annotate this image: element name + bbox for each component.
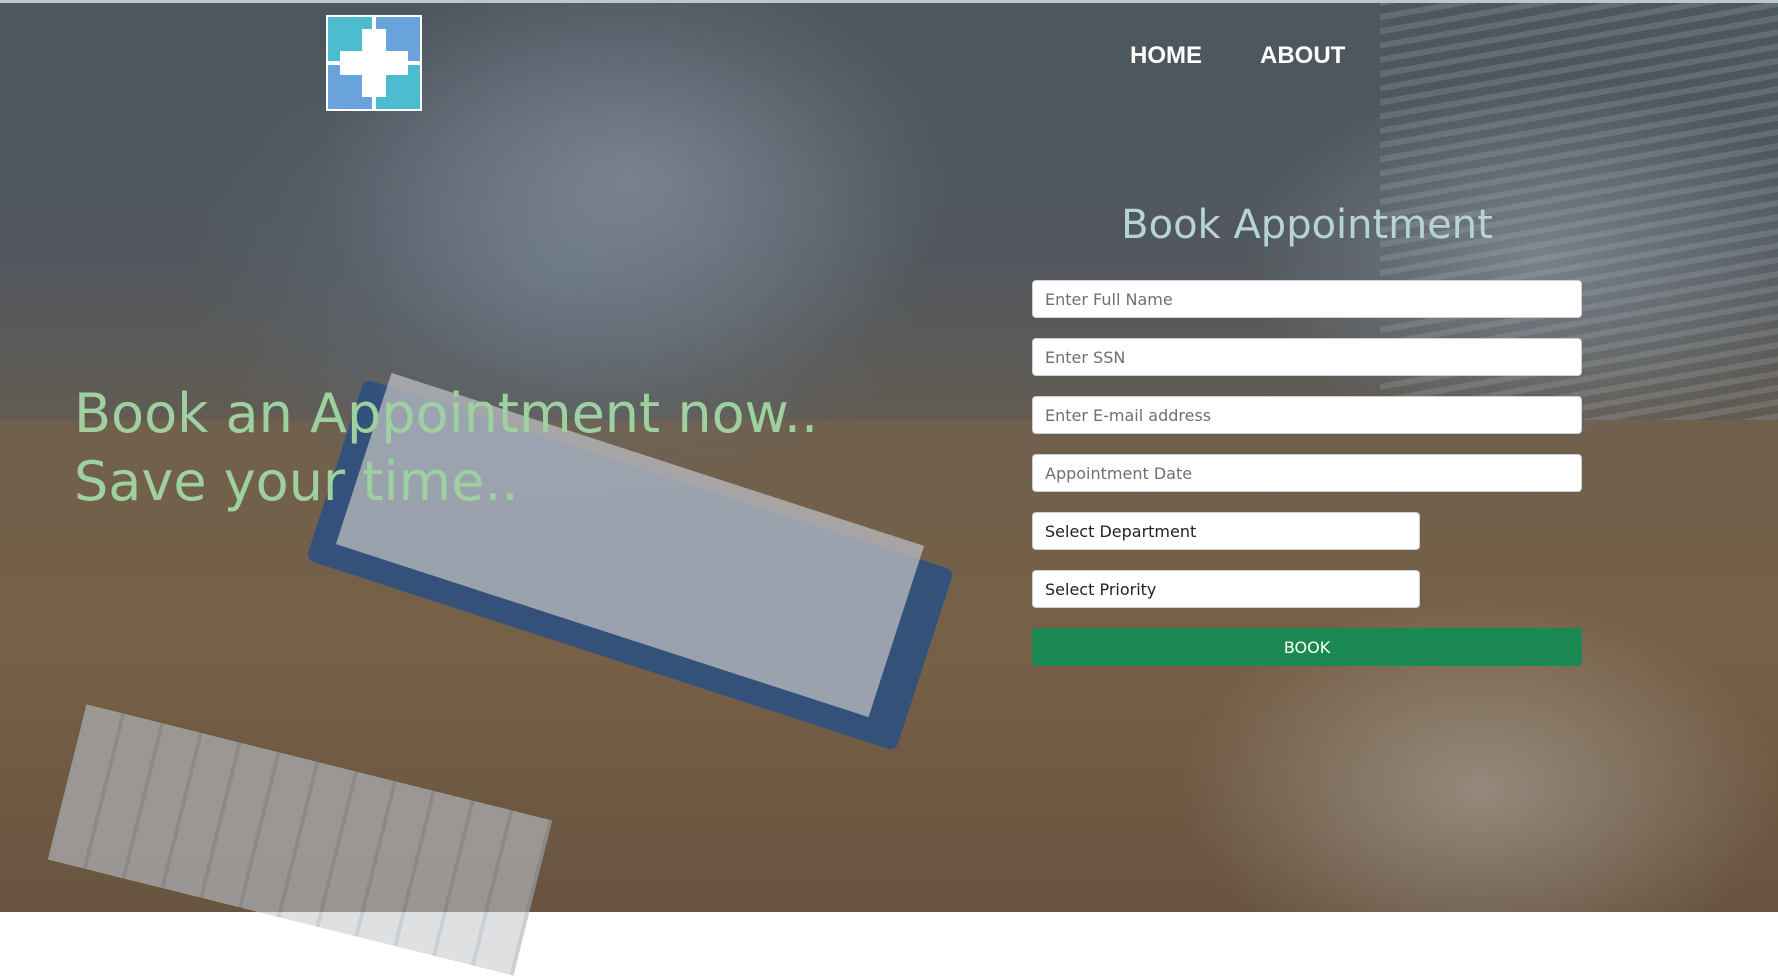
top-border [0, 0, 1778, 3]
priority-select-value: Select Priority [1045, 579, 1157, 599]
department-select-value: Select Department [1045, 521, 1197, 541]
department-select[interactable]: Select Department [1032, 512, 1420, 550]
tagline-line-2: Save your time.. [74, 450, 519, 513]
hero-tagline: Book an Appointment now.. Save your time… [74, 380, 818, 516]
medical-cross-logo[interactable] [326, 15, 422, 111]
main-nav: HOME ABOUT [1130, 42, 1345, 70]
nav-about-link[interactable]: ABOUT [1260, 42, 1345, 70]
tagline-line-1: Book an Appointment now.. [74, 382, 819, 445]
nav-home-link[interactable]: HOME [1130, 42, 1202, 70]
email-input[interactable] [1032, 396, 1582, 434]
form-title: Book Appointment [1121, 202, 1493, 248]
ssn-input[interactable] [1032, 338, 1582, 376]
priority-select[interactable]: Select Priority [1032, 570, 1420, 608]
book-button[interactable]: BOOK [1032, 628, 1582, 666]
appointment-date-input[interactable] [1032, 454, 1582, 492]
full-name-input[interactable] [1032, 280, 1582, 318]
